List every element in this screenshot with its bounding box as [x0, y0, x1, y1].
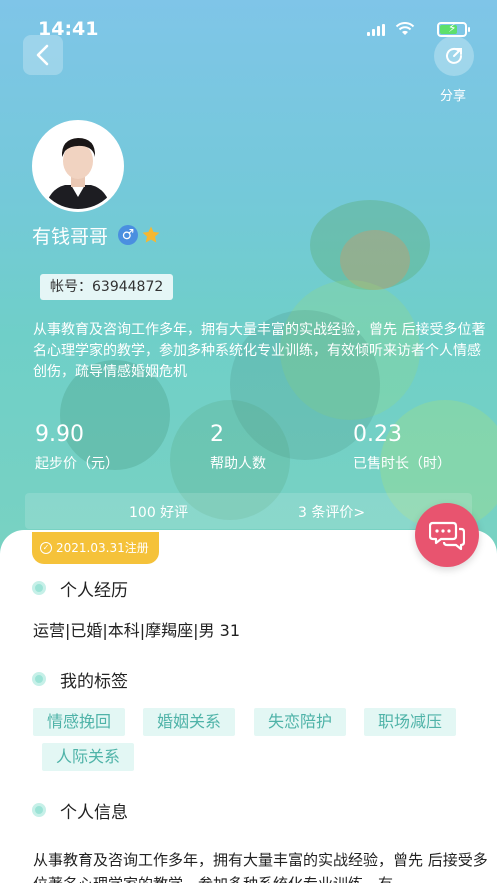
stat-sold-label: 已售时长（时） — [353, 456, 451, 472]
share-button[interactable] — [434, 36, 474, 76]
tag-item[interactable]: 人际关系 — [42, 743, 135, 771]
avatar-portrait — [35, 123, 121, 209]
registration-badge: ✓ 2021.03.31注册 — [32, 532, 159, 564]
tag-item[interactable]: 职场减压 — [364, 708, 457, 736]
registration-date: 2021.03.31注册 — [56, 541, 149, 555]
star-icon — [142, 226, 160, 243]
good-reviews: 100 好评 — [129, 505, 189, 521]
tag-item[interactable]: 婚姻关系 — [143, 708, 236, 736]
stat-price-label: 起步价（元） — [35, 456, 119, 472]
stat-helped-value: 2 — [210, 422, 224, 447]
chat-icon — [429, 521, 465, 551]
back-arrow-icon — [36, 44, 49, 66]
review-bar[interactable]: 100 好评 3 条评价> — [25, 493, 472, 529]
experience-text: 运营|已婚|本科|摩羯座|男 31 — [33, 621, 241, 640]
info-title-text: 个人信息 — [60, 802, 128, 823]
battery-icon: ⚡ — [437, 21, 470, 37]
experience-title-text: 个人经历 — [60, 580, 128, 601]
info-text: 从事教育及咨询工作多年，拥有大量丰富的实战经验，曾先 后接受多位著名心理学家的教… — [33, 851, 488, 883]
stat-sold: 0.23 已售时长（时） — [353, 420, 451, 476]
wifi-icon — [395, 22, 415, 35]
section-dot-icon — [32, 672, 46, 686]
share-label[interactable]: 分享 — [440, 85, 466, 104]
tag-item[interactable]: 情感挽回 — [33, 708, 126, 736]
tag-item[interactable]: 失恋陪护 — [254, 708, 347, 736]
check-circle-icon: ✓ — [40, 542, 52, 554]
name-row: 有钱哥哥 ♂ — [32, 222, 161, 248]
stat-price-value: 9.90 — [35, 422, 84, 447]
avatar — [32, 120, 124, 212]
stats-row: 9.90 起步价（元） 2 帮助人数 0.23 已售时长（时） — [35, 420, 475, 480]
stat-helped: 2 帮助人数 — [210, 420, 266, 476]
tags-title-text: 我的标签 — [60, 671, 128, 692]
back-button[interactable] — [23, 35, 63, 75]
male-icon: ♂ — [118, 225, 139, 245]
section-dot-icon — [32, 803, 46, 817]
share-icon — [446, 47, 462, 64]
stat-helped-label: 帮助人数 — [210, 456, 266, 472]
chat-button[interactable] — [415, 503, 479, 567]
stat-price: 9.90 起步价（元） — [35, 420, 119, 476]
status-bar: 14:41 ⚡ — [38, 18, 470, 42]
section-experience-title: 个人经历 — [32, 575, 128, 601]
section-tags-title: 我的标签 — [32, 666, 128, 692]
user-name: 有钱哥哥 — [32, 225, 109, 248]
section-info-title: 个人信息 — [32, 797, 128, 823]
bio-text: 从事教育及咨询工作多年，拥有大量丰富的实战经验，曾先 后接受多位著名心理学家的教… — [33, 322, 486, 380]
section-dot-icon — [32, 581, 46, 595]
review-count-link[interactable]: 3 条评价> — [298, 502, 365, 522]
account-number: 帐号：63944872 — [40, 274, 174, 300]
signal-icon — [367, 24, 385, 36]
stat-sold-value: 0.23 — [353, 422, 402, 447]
